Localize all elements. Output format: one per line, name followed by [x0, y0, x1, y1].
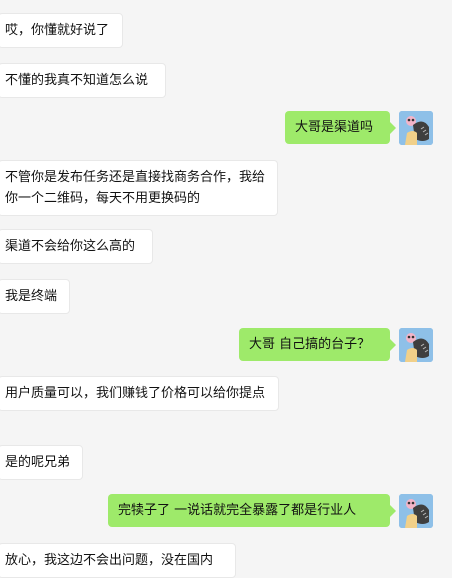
- message-outgoing: 完犊子了 一说话就完全暴露了都是行业人: [108, 494, 396, 527]
- cartoon-avatar-icon: [399, 111, 433, 145]
- message-incoming: 不管你是发布任务还是直接找商务合作，我给你一个二维码，每天不用更换码的: [0, 160, 278, 216]
- message-incoming: 我是终端: [0, 279, 70, 314]
- user-avatar[interactable]: [399, 328, 433, 362]
- message-incoming: 放心，我这边不会出问题，没在国内: [0, 543, 236, 578]
- chat-window: 哎，你懂就好说了 不懂的我真不知道怎么说 大哥是渠道吗 不管你是发布任务还是直接…: [0, 0, 452, 578]
- user-avatar[interactable]: [399, 111, 433, 145]
- message-outgoing: 大哥是渠道吗: [285, 111, 396, 144]
- message-incoming: 哎，你懂就好说了: [0, 13, 123, 48]
- message-incoming: 渠道不会给你这么高的: [0, 229, 153, 264]
- cartoon-avatar-icon: [399, 328, 433, 362]
- user-avatar[interactable]: [399, 494, 433, 528]
- cartoon-avatar-icon: [399, 494, 433, 528]
- message-incoming: 不懂的我真不知道怎么说: [0, 63, 166, 98]
- message-incoming: 用户质量可以，我们赚钱了价格可以给你提点: [0, 376, 279, 411]
- message-incoming: 是的呢兄弟: [0, 445, 83, 480]
- message-outgoing: 大哥 自己搞的台子？: [239, 328, 396, 361]
